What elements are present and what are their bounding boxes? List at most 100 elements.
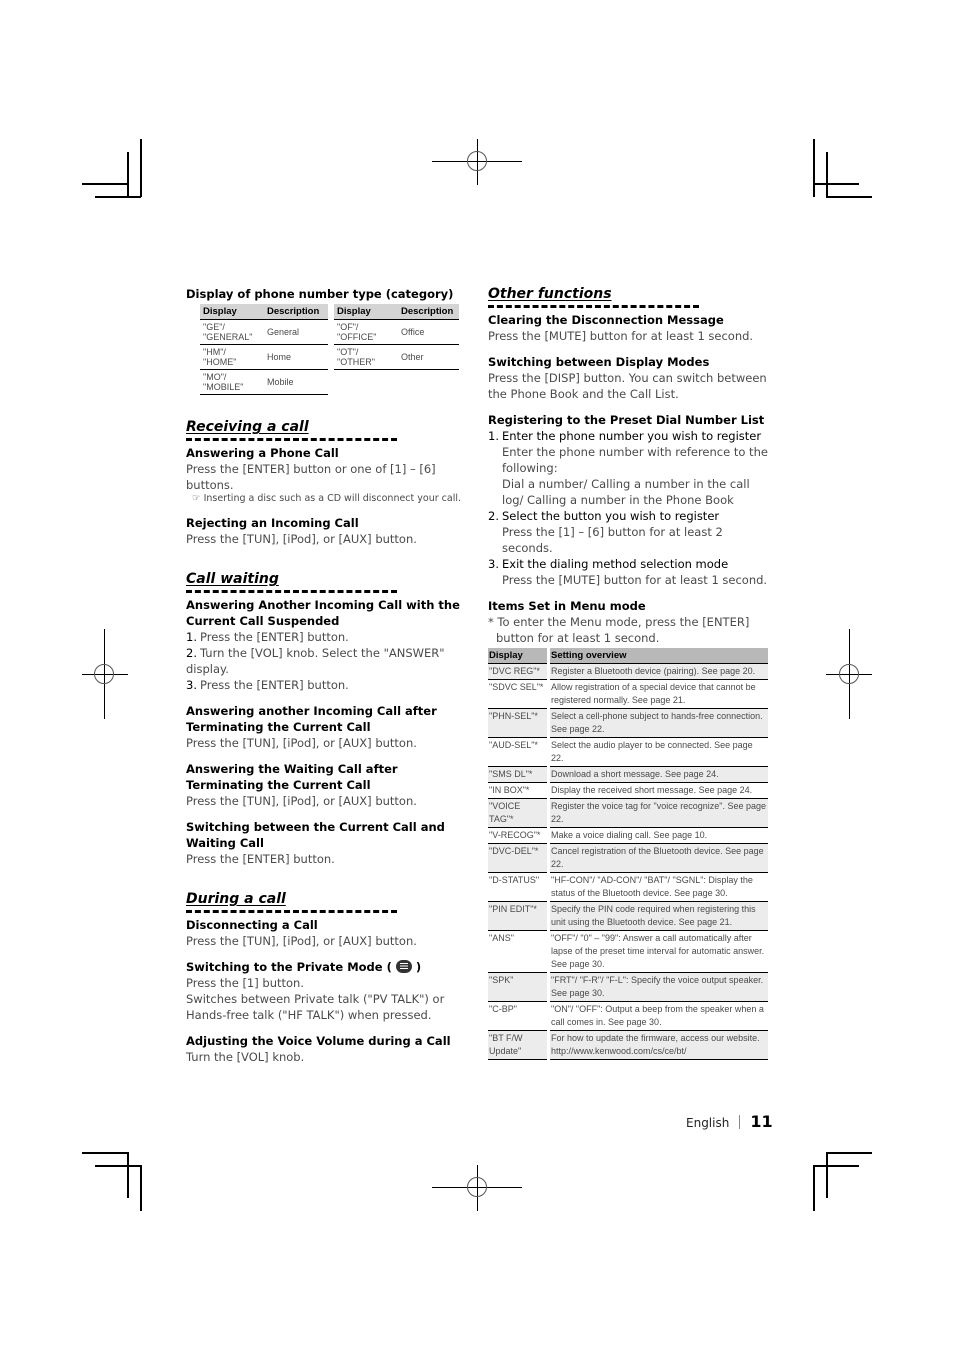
table-cell: "GE"/ "GENERAL" <box>200 319 264 345</box>
voice-volume-text: Turn the [VOL] knob. <box>186 1050 305 1064</box>
menu-settings-table: Display Setting overview "DVC REG"* Regis… <box>488 648 768 1060</box>
setting-overview-cell: "HF-CON"/ "AD-CON"/ "BAT"/ "SGNL": Displ… <box>548 872 768 902</box>
setting-overview-cell: "OFF"/ "0" – "99": Answer a call automat… <box>548 930 768 973</box>
setting-overview-cell: "FRT"/ "F-R"/ "F-L": Specify the voice o… <box>548 972 768 1002</box>
display-cell: "VOICE TAG"* <box>488 798 550 828</box>
answer-waiting-text: Press the [TUN], [iPod], or [AUX] button… <box>186 794 417 808</box>
dashed-rule <box>186 438 397 441</box>
setting-overview-cell: Specify the PIN code required when regis… <box>548 901 768 931</box>
table-row: "DVC REG"* Register a Bluetooth device (p… <box>488 663 768 680</box>
table-row: "GE"/ "GENERAL" General "OF"/ "OFFICE" Offi… <box>200 319 459 345</box>
language-label: English <box>686 1116 730 1130</box>
column-header: Description <box>264 304 328 320</box>
setting-overview-cell: Allow registration of a special device t… <box>548 679 768 709</box>
crop-mark <box>82 1152 128 1154</box>
table-row: "PHN-SEL"* Select a cell-phone subject to… <box>488 708 768 738</box>
crop-mark <box>127 1152 129 1198</box>
display-cell: "AUD-SEL"* <box>488 737 550 767</box>
table-cell: Mobile <box>264 369 328 395</box>
display-cell: "DVC REG"* <box>488 663 550 680</box>
step-detail: Dial a number/ Calling a number in the c… <box>502 477 750 507</box>
suspend-steps: 1. Press the [ENTER] button. 2. Turn the [… <box>186 629 468 693</box>
table-row: "SDVC SEL"* Allow registration of a speci… <box>488 679 768 709</box>
table-row: "C-BP" "ON"/ "OFF": Output a beep from th… <box>488 1001 768 1031</box>
menu-mode-heading: Items Set in Menu mode <box>488 599 646 613</box>
crop-mark <box>826 1152 872 1154</box>
display-cell: "SPK" <box>488 972 550 1002</box>
crop-mark <box>813 183 859 185</box>
phone-type-heading: Display of phone number type (category) <box>186 287 454 301</box>
section-title-other-functions: Other functions <box>488 286 770 308</box>
display-cell: "SMS DL"* <box>488 766 550 783</box>
crop-mark <box>95 196 141 198</box>
answer-call-text: Press the [ENTER] button or one of [1] –… <box>186 462 436 492</box>
table-row: "D-STATUS" "HF-CON"/ "AD-CON"/ "BAT"/ "SG… <box>488 872 768 902</box>
crop-mark <box>82 183 128 185</box>
display-modes-heading: Switching between Display Modes <box>488 355 710 369</box>
column-header: Display <box>488 648 550 664</box>
column-header: Display <box>200 304 264 320</box>
table-cell: "OT"/ "OTHER" <box>334 344 398 370</box>
dashed-rule <box>186 590 397 593</box>
disconnect-text: Press the [TUN], [iPod], or [AUX] button… <box>186 934 417 948</box>
step-title: Enter the phone number you wish to regis… <box>502 429 762 443</box>
table-header-row: Display Description Display Description <box>200 304 459 320</box>
list-item: 2. Select the button you wish to register… <box>488 508 770 556</box>
dashed-rule <box>186 910 397 913</box>
table-row: "V-RECOG"* Make a voice dialing call. See… <box>488 827 768 844</box>
column-header: Description <box>398 304 459 320</box>
display-cell: "PHN-SEL"* <box>488 708 550 738</box>
display-modes-text: Press the [DISP] button. You can switch … <box>488 371 767 401</box>
crop-mark <box>826 196 872 198</box>
table-cell: Home <box>264 344 328 370</box>
display-cell: "IN BOX"* <box>488 782 550 799</box>
page-footer: English 11 <box>686 1112 773 1131</box>
step-detail: Press the [MUTE] button for at least 1 s… <box>502 573 768 587</box>
preset-dial-steps: 1. Enter the phone number you wish to reg… <box>488 428 770 588</box>
table-row: "PIN EDIT"* Specify the PIN code required… <box>488 901 768 931</box>
table-row: "ANS" "OFF"/ "0" – "99": Answer a call au… <box>488 930 768 973</box>
answer-call-note: ☞ Inserting a disc such as a CD will dis… <box>192 493 461 504</box>
display-cell: "PIN EDIT"* <box>488 901 550 931</box>
answer-after-text: Press the [TUN], [iPod], or [AUX] button… <box>186 736 417 750</box>
setting-overview-cell: Select a cell-phone subject to hands-fre… <box>548 708 768 738</box>
setting-overview-cell: Select the audio player to be connected.… <box>548 737 768 767</box>
registration-circle <box>467 151 487 171</box>
table-row: "IN BOX"* Display the received short mess… <box>488 782 768 799</box>
table-row: "HM"/ "HOME" Home "OT"/ "OTHER" Other <box>200 344 459 370</box>
table-cell: Other <box>398 344 459 370</box>
answer-after-heading: Answering another Incoming Call after Te… <box>186 704 437 734</box>
display-cell: "D-STATUS" <box>488 872 550 902</box>
setting-overview-cell: Make a voice dialing call. See page 10. <box>548 827 768 844</box>
table-row: "AUD-SEL"* Select the audio player to be … <box>488 737 768 767</box>
phone-type-table: Display Description Display Description … <box>200 304 459 395</box>
display-cell: "DVC-DEL"* <box>488 843 550 873</box>
setting-overview-cell: Cancel registration of the Bluetooth dev… <box>548 843 768 873</box>
suspend-heading: Answering Another Incoming Call with the… <box>186 598 460 628</box>
left-column: Display of phone number type (category) … <box>186 286 468 1065</box>
crop-mark <box>813 1165 815 1211</box>
crop-mark <box>140 139 142 197</box>
table-row: "SPK" "FRT"/ "F-R"/ "F-L": Specify the vo… <box>488 972 768 1002</box>
private-talk-icon <box>395 960 412 973</box>
table-cell: "MO"/ "MOBILE" <box>200 369 264 395</box>
preset-dial-heading: Registering to the Preset Dial Number Li… <box>488 413 765 427</box>
table-cell <box>334 370 398 395</box>
private-mode-heading: Switching to the Private Mode ( ) <box>186 960 422 974</box>
crop-mark <box>826 1152 828 1198</box>
reject-call-text: Press the [TUN], [iPod], or [AUX] button… <box>186 532 417 546</box>
list-item: 3. Exit the dialing method selection mode… <box>488 556 770 588</box>
disconnect-heading: Disconnecting a Call <box>186 918 318 932</box>
display-cell: "BT F/W Update" <box>488 1030 550 1060</box>
table-row: "DVC-DEL"* Cancel registration of the Blu… <box>488 843 768 873</box>
table-row: "BT F/W Update" For how to update the fir… <box>488 1030 768 1060</box>
table-cell: Office <box>398 319 459 345</box>
footer-divider <box>739 1115 741 1129</box>
private-mode-text-2: Switches between Private talk ("PV TALK"… <box>186 992 445 1022</box>
clear-message-text: Press the [MUTE] button for at least 1 s… <box>488 329 754 343</box>
clear-message-heading: Clearing the Disconnection Message <box>488 313 724 327</box>
note-pointer-icon: ☞ <box>192 493 201 504</box>
crop-mark <box>140 1165 142 1211</box>
answer-call-heading: Answering a Phone Call <box>186 446 339 460</box>
registration-circle <box>94 664 114 684</box>
